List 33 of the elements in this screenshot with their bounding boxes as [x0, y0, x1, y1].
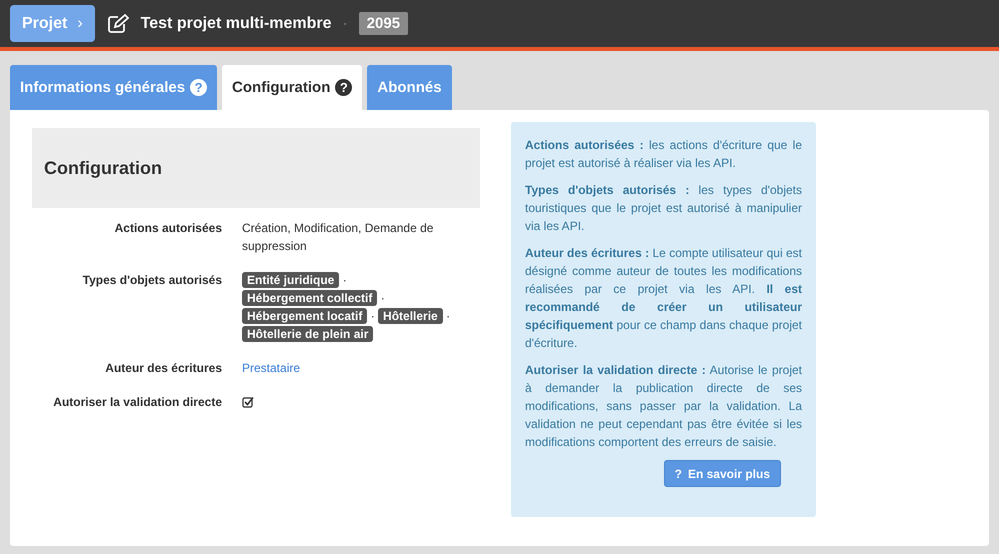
project-id: 2095 [358, 12, 408, 35]
section-title: Configuration [32, 128, 480, 208]
type-tag: Hôtellerie [378, 308, 443, 324]
breadcrumb-button[interactable]: Projet › [10, 5, 95, 42]
field-label: Auteur des écritures [104, 360, 222, 377]
separator-dot: • [344, 18, 347, 28]
help-paragraph: Autoriser la validation directe : Autorise le projet à demander la publication directe de ses modifications, sans passer par la validation. La validation ne peut cependant pas être évitée si les modifications comportent des erreurs de saisie. [525, 362, 802, 451]
separator-dot: · [342, 273, 347, 287]
type-tag: Entité juridique [242, 272, 340, 288]
separator-dot: · [370, 309, 375, 323]
type-tag: Hôtellerie de plein air [242, 326, 374, 342]
separator-dot: · [380, 291, 385, 305]
type-tag: Hébergement collectif [242, 290, 378, 306]
help-icon: ? [335, 79, 352, 96]
tab[interactable]: Abonnés [367, 65, 452, 110]
author-link[interactable]: Prestataire [242, 361, 300, 375]
tab[interactable]: Configuration ? [222, 65, 362, 110]
tab[interactable]: Informations générales ? [10, 65, 218, 110]
help-paragraph: Actions autorisées : les actions d'écriture que le projet est autorisé à réaliser via les API. [525, 137, 802, 172]
edit-icon [106, 14, 129, 34]
field-label: Actions autorisées [114, 220, 222, 237]
chevron-icon: › [77, 14, 83, 32]
project-title: Test projet multi-membre [140, 14, 332, 32]
field-value: Création, Modification, Demande de suppression [242, 220, 434, 255]
separator-dot: · [446, 309, 450, 323]
learn-more-button[interactable]: ? En savoir plus [664, 460, 781, 487]
help-paragraph: Types d'objets autorisés : les types d'objets touristiques que le projet est autorisé à manipulier via les API. [525, 182, 802, 235]
field-label: Types d'objets autorisés [82, 272, 222, 289]
help-icon: ? [674, 466, 682, 480]
type-tag: Hébergement locatif [242, 308, 368, 324]
help-paragraph: Auteur des écritures : Le compte utilisateur qui est désigné comme auteur de toutes les modifications réalisées par ce projet via les API. Il est recommandé de créer un utilisateur spécifiquement pour ce champ dans chaque projet d'écriture. [525, 245, 802, 352]
help-icon: ? [190, 79, 208, 96]
field-label: Autoriser la validation directe [52, 394, 222, 411]
